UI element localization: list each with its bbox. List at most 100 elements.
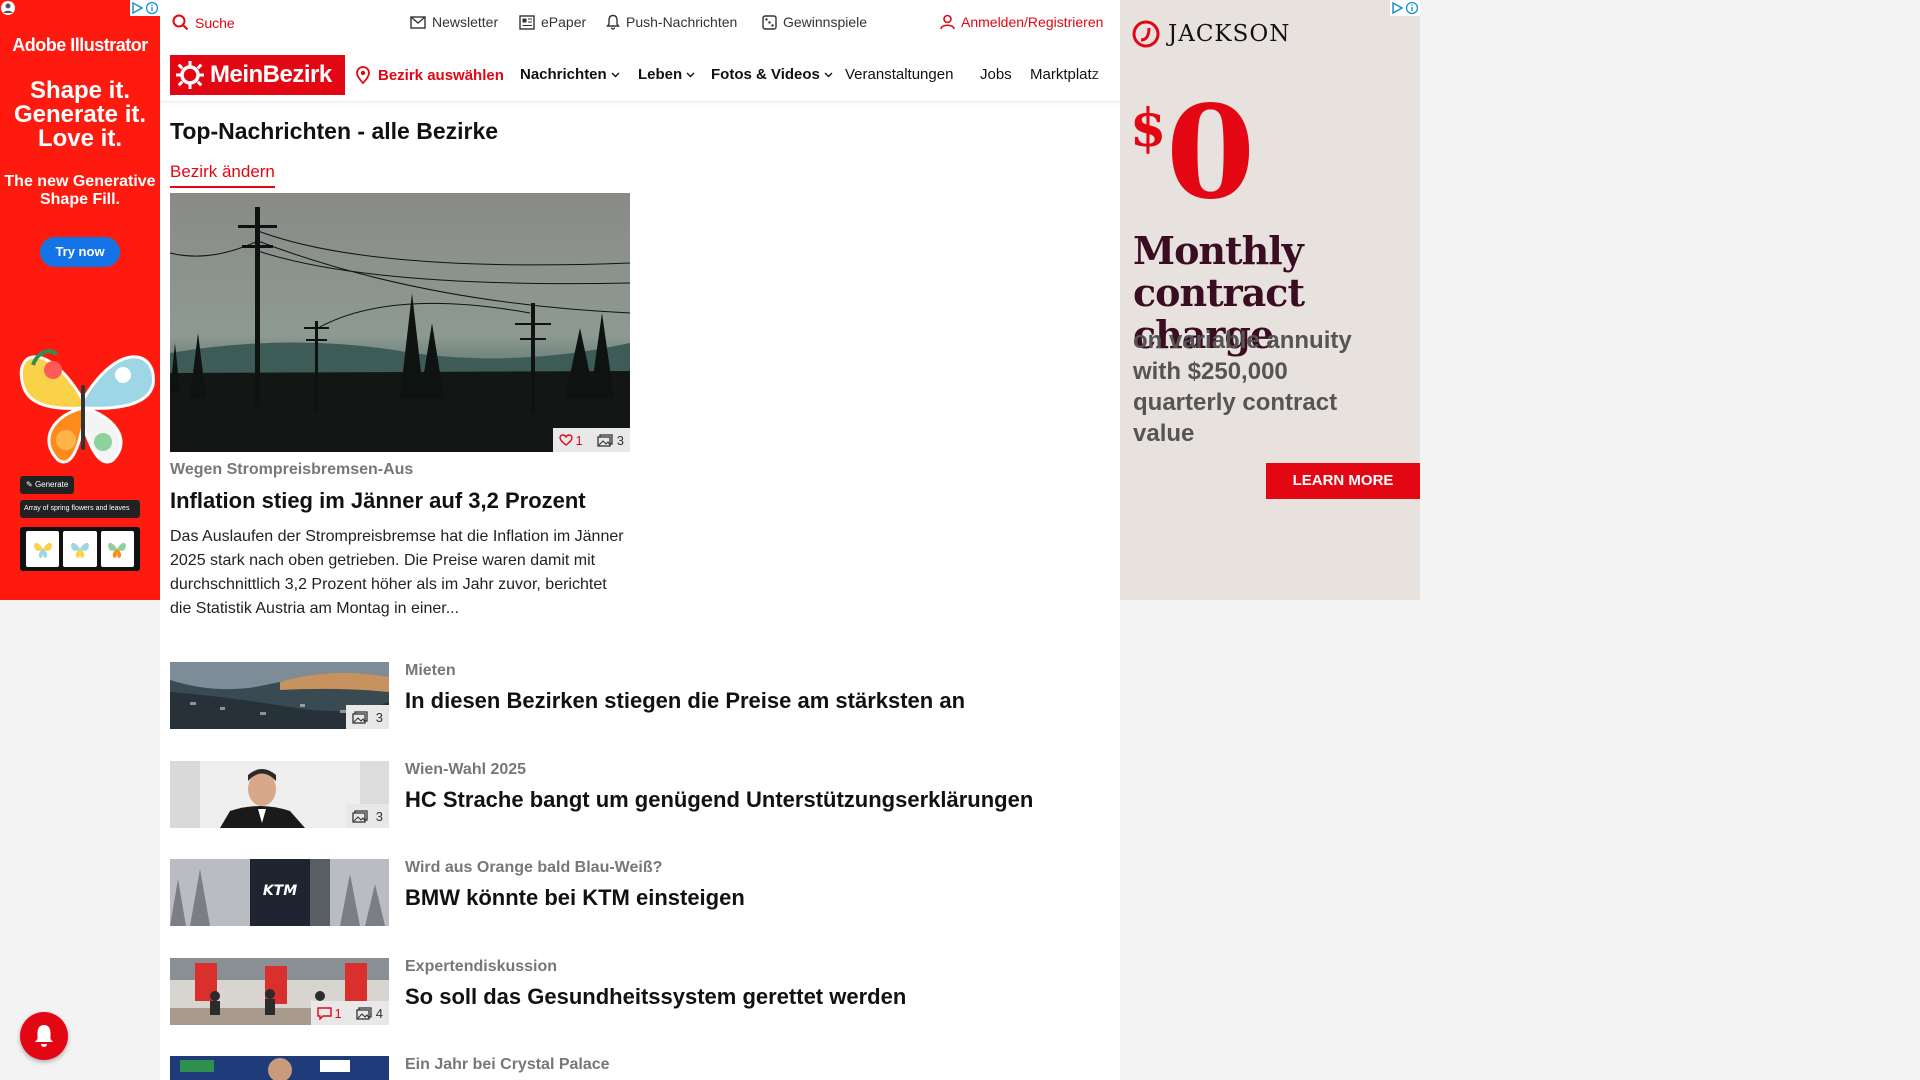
ad-privacy-icon[interactable] <box>0 0 16 16</box>
ad-brand: Adobe Illustrator <box>12 35 148 55</box>
ad-price-currency: $ <box>1130 98 1167 159</box>
nav-item-label: Fotos & Videos <box>711 66 820 83</box>
epaper-label: ePaper <box>541 14 587 30</box>
select-district-button[interactable]: Bezirk auswählen <box>356 66 504 84</box>
photo-count: 3 <box>597 433 624 448</box>
list-item[interactable]: 1 4 Expertendiskussion So soll das Gesun… <box>170 958 1100 1026</box>
nav-item-jobs[interactable]: Jobs <box>980 66 1012 83</box>
hero-headline[interactable]: Inflation stieg im Jänner auf 3,2 Prozen… <box>170 488 640 514</box>
ad-subline: The new Generative Shape Fill. <box>4 173 156 208</box>
hero-kicker: Wegen Strompreisbremsen-Aus <box>170 461 414 478</box>
jackson-emblem-icon <box>1132 20 1160 48</box>
ad-try-now-button[interactable]: Try now <box>40 237 120 267</box>
butterfly-illustration <box>8 330 158 480</box>
jackson-logo: JACKSON <box>1132 20 1290 48</box>
hero-article-image[interactable]: 1 3 <box>170 193 630 452</box>
login-label: Anmelden/Registrieren <box>961 14 1104 30</box>
nav-item-label: Leben <box>638 66 683 83</box>
notification-bell-button[interactable] <box>20 1012 68 1060</box>
chevron-down-icon <box>686 72 695 77</box>
hero-image-badge: 1 3 <box>552 428 630 452</box>
adchoices-icon[interactable] <box>1390 0 1420 16</box>
left-advertisement[interactable]: Adobe Illustrator Shape it. Generate it.… <box>0 0 160 600</box>
nav-item-leben[interactable]: Leben <box>638 66 695 83</box>
logo-text: MeinBezirk <box>210 61 332 88</box>
select-district-label: Bezirk auswählen <box>378 66 504 84</box>
article-thumbnail[interactable]: 3 <box>170 761 389 828</box>
logo-sun-icon <box>176 61 204 89</box>
nav-item-fotos-videos[interactable]: Fotos & Videos <box>711 66 833 83</box>
photo-count: 4 <box>356 1006 383 1021</box>
user-icon <box>940 14 955 30</box>
article-thumbnail[interactable] <box>170 1056 389 1080</box>
article-headline[interactable]: In diesen Bezirken stiegen die Preise am… <box>405 688 965 714</box>
ad-headline: Shape it. Generate it. Love it. <box>13 77 147 152</box>
article-kicker: Wien-Wahl 2025 <box>405 761 527 778</box>
likes-count: 1 <box>558 433 583 448</box>
gallery-icon <box>352 710 368 724</box>
ad-thumbnail <box>100 531 134 567</box>
gallery-icon <box>352 809 368 823</box>
nav-item-label: Marktplatz <box>1030 66 1100 83</box>
right-advertisement[interactable]: JACKSON $ 0 Monthly contract charge on v… <box>1120 0 1420 600</box>
search-label: Suche <box>195 14 235 31</box>
search-icon <box>172 14 189 31</box>
photo-count: 3 <box>345 705 389 729</box>
photo-count: 3 <box>345 804 389 828</box>
article-kicker: Ein Jahr bei Crystal Palace <box>405 1056 610 1073</box>
ad-detail: on variable annuity with $250,000 quarte… <box>1133 327 1352 447</box>
nav-scroll-fade <box>1090 56 1120 96</box>
gallery-icon <box>597 433 613 447</box>
chevron-down-icon <box>824 72 833 77</box>
svg-text:KTM: KTM <box>263 883 297 899</box>
adchoices-icon[interactable] <box>130 0 160 16</box>
newspaper-icon <box>519 14 535 30</box>
push-label: Push-Nachrichten <box>626 14 738 30</box>
list-item[interactable]: Ein Jahr bei Crystal Palace <box>170 1056 1100 1080</box>
search-link[interactable]: Suche <box>172 14 235 31</box>
change-district-link[interactable]: Bezirk ändern <box>170 162 275 188</box>
article-thumbnail[interactable]: 1 4 <box>170 958 389 1025</box>
heart-icon <box>558 434 573 446</box>
article-thumbnail[interactable]: KTM <box>170 859 389 926</box>
article-counters: 1 4 <box>310 1001 389 1025</box>
article-headline[interactable]: BMW könnte bei KTM einsteigen <box>405 885 745 911</box>
article-headline[interactable]: So soll das Gesundheitssystem gerettet w… <box>405 984 906 1010</box>
login-link[interactable]: Anmelden/Registrieren <box>940 14 1103 30</box>
gallery-icon <box>356 1006 372 1020</box>
nav-item-label: Nachrichten <box>520 66 607 83</box>
ad-thumbnail <box>63 531 97 567</box>
article-kicker: Mieten <box>405 662 456 679</box>
push-notifications-link[interactable]: Push-Nachrichten <box>606 14 737 30</box>
ad-thumbnail <box>26 531 60 567</box>
nav-item-label: Jobs <box>980 66 1012 83</box>
jackson-brand-text: JACKSON <box>1168 21 1291 47</box>
nav-item-veranstaltungen[interactable]: Veranstaltungen <box>845 66 953 83</box>
newsletter-link[interactable]: Newsletter <box>410 14 498 30</box>
article-kicker: Expertendiskussion <box>405 958 558 975</box>
ad-learn-more-button[interactable]: LEARN MORE <box>1266 463 1420 499</box>
epaper-link[interactable]: ePaper <box>519 14 586 30</box>
article-thumbnail[interactable]: 3 <box>170 662 389 729</box>
nav-item-label: Veranstaltungen <box>845 66 954 83</box>
list-item[interactable]: KTM Wird aus Orange bald Blau-Weiß? BMW … <box>170 859 1100 927</box>
comment-count: 1 <box>316 1006 342 1021</box>
main-navigation: MeinBezirk Bezirk auswählen Nachrichten … <box>160 46 1120 102</box>
article-headline[interactable]: HC Strache bangt um genügend Unterstützu… <box>405 787 1033 813</box>
ad-generate-chip: ✎ Generate <box>20 476 75 494</box>
nav-item-nachrichten[interactable]: Nachrichten <box>520 66 620 83</box>
ad-thumbnail-strip <box>20 527 140 571</box>
dice-icon <box>762 14 777 30</box>
list-item[interactable]: 3 Mieten In diesen Bezirken stiegen die … <box>170 662 1100 730</box>
newsletter-label: Newsletter <box>432 14 499 30</box>
nav-item-marktplatz[interactable]: Marktplatz <box>1030 66 1099 83</box>
top-utility-bar: Suche Newsletter ePaper Push-Nachrichten… <box>160 0 1120 46</box>
gewinnspiele-link[interactable]: Gewinnspiele <box>762 14 867 30</box>
chevron-down-icon <box>611 72 620 77</box>
list-item[interactable]: 3 Wien-Wahl 2025 HC Strache bangt um gen… <box>170 761 1100 829</box>
ad-price-amount: 0 <box>1166 78 1256 228</box>
envelope-icon <box>410 15 426 29</box>
hero-teaser: Das Auslaufen der Strompreisbremse hat d… <box>170 528 624 617</box>
comment-icon <box>316 1006 332 1020</box>
meinbezirk-logo[interactable]: MeinBezirk <box>170 55 345 95</box>
